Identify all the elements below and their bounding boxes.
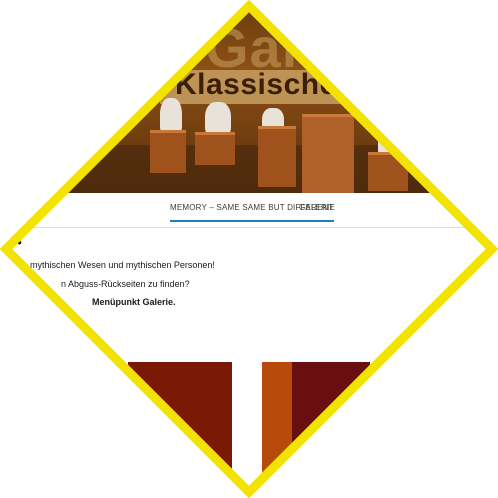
bullet-point: •	[17, 234, 22, 250]
gallery-thumbnail-2[interactable]	[262, 362, 292, 498]
pedestal	[150, 130, 186, 173]
site-subtitle: Klassischer B	[175, 68, 380, 101]
content-line-3: Menüpunkt Galerie.	[92, 297, 176, 307]
pedestal	[302, 114, 354, 193]
main-navigation: MEMORY – SAME SAME BUT DIFFERENT GALERIE	[0, 193, 498, 228]
page: Gal Klassischer B MEMORY – SAME SAME BUT…	[0, 0, 498, 498]
content-line-1: mythischen Wesen und mythischen Personen…	[30, 260, 215, 270]
content-line-2: n Abguss-Rückseiten zu finden?	[61, 279, 190, 289]
pedestal	[195, 132, 235, 165]
pedestal	[368, 152, 408, 191]
pedestal	[258, 126, 296, 187]
gallery-thumbnail-3[interactable]	[292, 362, 370, 498]
header-hero-image: Gal Klassischer B	[0, 0, 498, 193]
nav-item-galerie[interactable]: GALERIE	[299, 203, 335, 212]
gallery-thumbnail-1[interactable]	[128, 362, 232, 498]
gallery-floor	[0, 145, 498, 193]
